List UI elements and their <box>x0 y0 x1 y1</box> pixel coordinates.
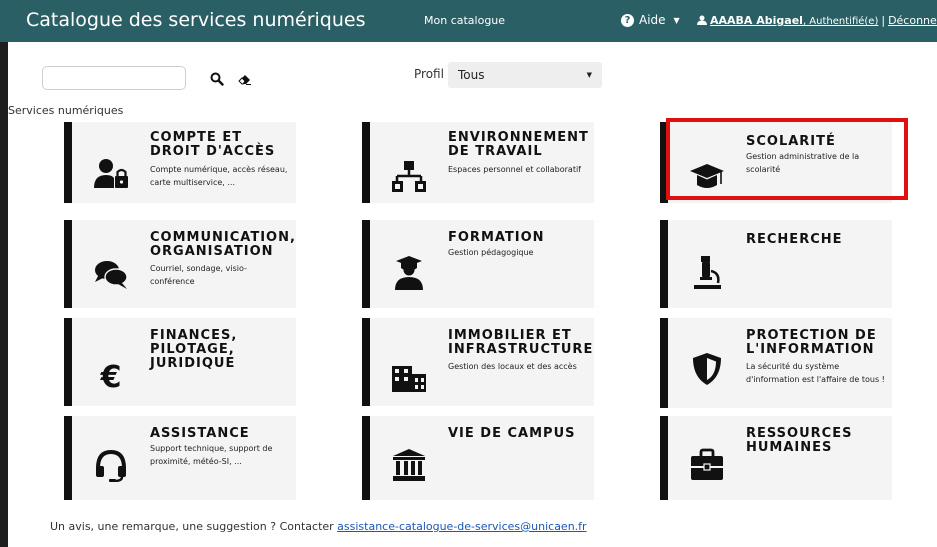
card-description: Support technique, support de proximité,… <box>150 444 273 466</box>
teacher-icon <box>395 256 423 290</box>
separator: | <box>881 14 886 27</box>
highlight-box <box>666 118 908 200</box>
card-formation[interactable]: FORMATION Gestion pédagogique <box>362 220 594 308</box>
app-title[interactable]: Catalogue des services numériques <box>26 9 366 31</box>
card-description: Courriel, sondage, visio-conférence <box>150 264 247 286</box>
footer-contact: Un avis, une remarque, une suggestion ? … <box>50 520 587 533</box>
user-name-link[interactable]: AAABA Abigael <box>710 14 803 27</box>
card-finances[interactable]: € FINANCES, PILOTAGE, JURIDIQUE <box>64 318 296 406</box>
user-lock-icon <box>94 159 128 188</box>
footer-text: Un avis, une remarque, une suggestion ? … <box>50 520 338 533</box>
card-description: La sécurité du système d'information est… <box>746 362 885 384</box>
card-assistance[interactable]: ASSISTANCE Support technique, support de… <box>64 416 296 500</box>
question-icon: ? <box>621 13 634 27</box>
profile-select[interactable]: Tous ▼ <box>448 62 602 88</box>
card-protection[interactable]: PROTECTION DE L'INFORMATION La sécurité … <box>660 318 892 408</box>
shield-icon <box>693 353 721 385</box>
card-title: VIE DE CAMPUS <box>448 426 576 441</box>
card-immobilier[interactable]: IMMOBILIER ET INFRASTRUCTURE Gestion des… <box>362 318 594 406</box>
building-icon <box>392 366 426 392</box>
microscope-icon <box>694 256 721 289</box>
nav-my-catalog-link[interactable]: Mon catalogue <box>424 14 505 27</box>
comments-icon <box>95 261 128 289</box>
contact-email-link[interactable]: assistance-catalogue-de-services@unicaen… <box>337 520 586 533</box>
briefcase-icon <box>691 448 723 480</box>
user-status[interactable]: , Authentifié(e) <box>803 16 878 27</box>
card-description: Compte numérique, accès réseau, carte mu… <box>150 165 288 187</box>
search-input[interactable] <box>42 66 186 90</box>
card-title: COMMUNICATION, ORGANISATION <box>150 230 296 259</box>
card-title: FINANCES, PILOTAGE, JURIDIQUE <box>150 328 238 371</box>
university-icon <box>393 449 425 481</box>
search-icon[interactable] <box>210 72 224 86</box>
section-title: Services numériques <box>8 104 124 117</box>
card-description: Gestion des locaux et des accès <box>448 362 577 371</box>
card-vie-campus[interactable]: VIE DE CAMPUS <box>362 416 594 500</box>
card-ressources-humaines[interactable]: RESSOURCES HUMAINES <box>660 416 892 500</box>
profile-label: Profil <box>414 67 444 81</box>
card-title: ASSISTANCE <box>150 426 250 441</box>
card-recherche[interactable]: RECHERCHE <box>660 220 892 308</box>
card-title: COMPTE ET DROIT D'ACCÈS <box>150 130 276 159</box>
card-title: PROTECTION DE L'INFORMATION <box>746 328 877 357</box>
card-title: ENVIRONNEMENT DE TRAVAIL <box>448 130 589 159</box>
card-title: FORMATION <box>448 230 545 245</box>
top-navbar: Catalogue des services numériques Mon ca… <box>0 0 937 42</box>
user-icon <box>697 15 707 25</box>
help-menu[interactable]: ? Aide ▼ <box>621 13 680 27</box>
card-description: Gestion pédagogique <box>448 248 534 257</box>
svg-text:€: € <box>100 360 122 392</box>
card-description: Espaces personnel et collaboratif <box>448 165 581 174</box>
logout-link[interactable]: Déconnexion <box>888 14 937 27</box>
card-communication[interactable]: COMMUNICATION, ORGANISATION Courriel, so… <box>64 220 296 308</box>
profile-selected-value: Tous <box>458 68 485 82</box>
euro-icon: € <box>100 360 122 392</box>
left-edge-bar <box>0 42 8 547</box>
card-title: IMMOBILIER ET INFRASTRUCTURE <box>448 328 594 357</box>
card-compte[interactable]: COMPTE ET DROIT D'ACCÈS Compte numérique… <box>64 122 296 203</box>
user-info: AAABA Abigael, Authentifié(e)|Déconnexio… <box>697 14 937 27</box>
help-label: Aide <box>639 13 666 27</box>
card-environnement[interactable]: ENVIRONNEMENT DE TRAVAIL Espaces personn… <box>362 122 594 203</box>
card-title: RECHERCHE <box>746 232 843 247</box>
headset-icon <box>96 449 126 482</box>
chevron-down-icon: ▼ <box>586 71 592 79</box>
chevron-down-icon: ▼ <box>673 15 680 25</box>
card-title: RESSOURCES HUMAINES <box>746 426 853 455</box>
eraser-icon[interactable] <box>238 72 252 86</box>
sitemap-icon <box>392 161 426 192</box>
